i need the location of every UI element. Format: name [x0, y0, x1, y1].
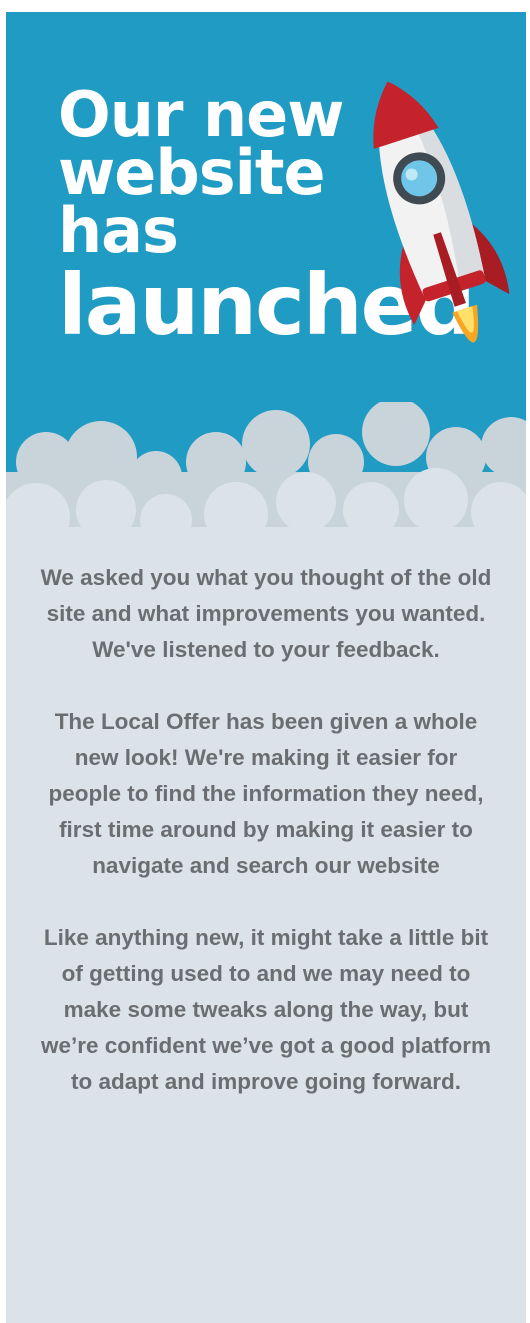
clouds-illustration: [6, 402, 526, 542]
rocket-icon: [373, 81, 510, 343]
announcement-card: Our new website has launched We asked yo…: [6, 12, 526, 1323]
paragraph-2: The Local Offer has been given a whole n…: [48, 709, 484, 878]
paragraph-1: We asked you what you thought of the old…: [40, 565, 492, 662]
body-copy: We asked you what you thought of the old…: [36, 560, 496, 1136]
hero-banner: Our new website has launched: [6, 12, 526, 542]
paragraph-3: Like anything new, it might take a littl…: [40, 925, 492, 1094]
